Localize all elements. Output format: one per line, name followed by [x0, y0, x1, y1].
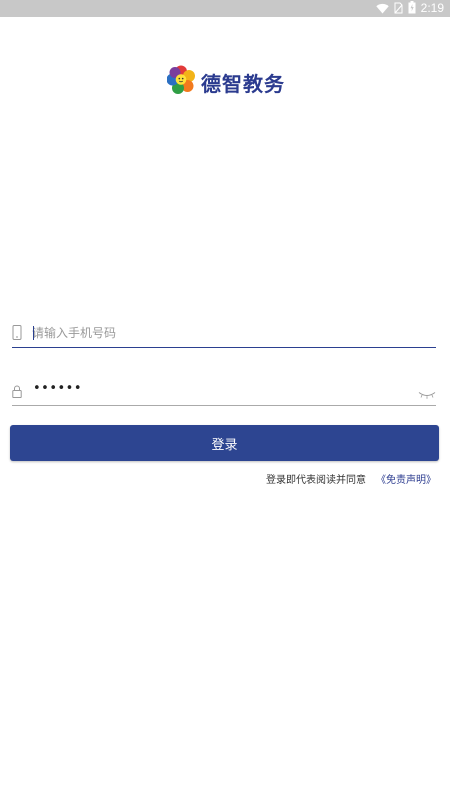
agreement-row: 登录即代表阅读并同意 《免责声明》	[266, 471, 436, 486]
text-cursor	[33, 326, 34, 340]
password-input[interactable]: ••••••	[33, 381, 82, 396]
password-field[interactable]: ••••••	[12, 376, 436, 406]
no-sim-icon	[394, 0, 403, 18]
battery-charging-icon	[408, 0, 416, 18]
phone-field[interactable]	[12, 318, 436, 348]
status-bar: 2:19	[0, 0, 450, 17]
app-name: 德智教务	[201, 71, 285, 96]
app-logo: 德智教务	[166, 65, 285, 99]
status-time: 2:19	[420, 1, 444, 15]
disclaimer-link[interactable]: 《免责声明》	[376, 471, 436, 486]
flower-logo-icon	[166, 65, 195, 99]
lock-icon	[12, 383, 22, 402]
phone-input[interactable]	[32, 322, 412, 344]
eye-closed-icon[interactable]	[418, 384, 436, 403]
login-button[interactable]: 登录	[10, 425, 439, 461]
status-icons: 2:19	[375, 0, 444, 18]
wifi-icon	[375, 0, 389, 18]
agreement-text: 登录即代表阅读并同意	[266, 475, 366, 486]
phone-icon	[12, 325, 22, 344]
